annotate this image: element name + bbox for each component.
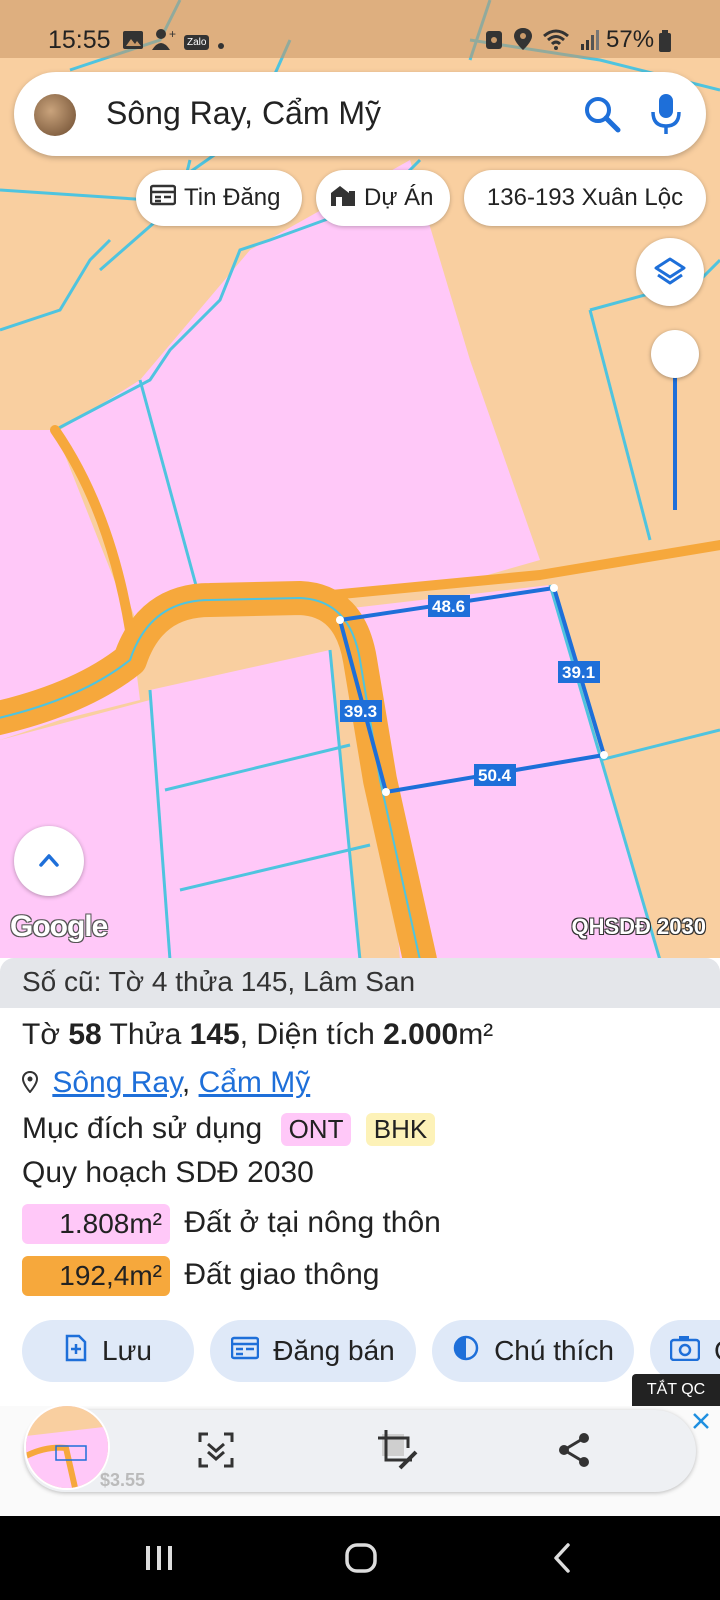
image-icon: [122, 29, 144, 57]
contrast-icon: [452, 1334, 480, 1369]
plan-label: Quy hoạch SDĐ 2030: [22, 1156, 314, 1189]
status-bar: 15:55 + Zalo 57%: [0, 0, 720, 58]
chip-address[interactable]: 136-193 Xuân Lộc: [464, 170, 706, 226]
search-icon[interactable]: [580, 92, 624, 136]
post-sale-button[interactable]: Đăng bán: [210, 1320, 416, 1382]
chip-listings[interactable]: Tin Đăng: [136, 170, 302, 226]
residential-zone: [150, 650, 360, 960]
close-ads-button[interactable]: TẮT QC: [632, 1374, 720, 1406]
plan-name: Đất ở tại nông thôn: [184, 1205, 441, 1239]
share-icon[interactable]: [556, 1432, 592, 1473]
edge-label-top: 48.6: [432, 597, 465, 616]
plan-area: 1.808m²: [22, 1204, 170, 1244]
layers-icon: [654, 256, 686, 293]
chip-listings-label: Tin Đăng: [184, 184, 281, 211]
expand-panel-button[interactable]: [14, 826, 84, 896]
chip-projects[interactable]: Dự Án: [316, 170, 450, 226]
area-value: 2.000: [383, 1018, 459, 1051]
layers-button[interactable]: [636, 238, 704, 306]
plot-number: 145: [189, 1018, 240, 1051]
legend-label: Chú thích: [494, 1335, 614, 1366]
chip-projects-label: Dự Án: [364, 184, 434, 211]
svg-text:+: +: [169, 28, 176, 41]
usage-tag: BHK: [365, 1113, 436, 1146]
wifi-icon: [542, 28, 570, 57]
parcel-title: Tờ 58 Thửa 145, Diện tích 2.000m²: [22, 1018, 493, 1052]
ad-close-icon[interactable]: [690, 1410, 712, 1437]
calendar-icon: [231, 1335, 260, 1367]
search-bar[interactable]: Sông Ray, Cẩm Mỹ: [14, 72, 706, 156]
edge-label-right: 39.1: [562, 663, 595, 682]
chevron-up-icon: [38, 852, 60, 873]
camera-icon: [669, 1335, 701, 1368]
opacity-slider-knob[interactable]: [651, 330, 699, 378]
signal-icon: [580, 28, 602, 57]
usage-line: Mục đích sử dụng ONT BHK: [22, 1112, 436, 1146]
listings-icon: [149, 184, 177, 213]
edge-label-bottom: 50.4: [478, 766, 512, 785]
home-icon[interactable]: [344, 1542, 378, 1579]
google-logo: Google: [10, 910, 108, 943]
ad-price: $3.55: [100, 1470, 146, 1490]
plan-row: 1.808m² Đất ở tại nông thôn: [22, 1204, 441, 1244]
location-separator: ,: [181, 1066, 191, 1099]
chip-address-label: 136-193 Xuân Lộc: [486, 184, 684, 211]
plan-name: Đất giao thông: [184, 1257, 380, 1291]
zalo-icon: Zalo: [184, 35, 210, 50]
district-link[interactable]: Cẩm Mỹ: [199, 1066, 311, 1099]
battery-icon: [658, 30, 672, 59]
status-time: 15:55: [48, 26, 111, 54]
search-input[interactable]: Sông Ray, Cẩm Mỹ: [106, 95, 381, 132]
building-icon: [330, 183, 356, 214]
plan-area: 192,4m²: [22, 1256, 170, 1296]
camera-label: C: [714, 1335, 720, 1367]
sheet-label: Tờ: [22, 1018, 60, 1051]
location-line: Sông Ray, Cẩm Mỹ: [21, 1066, 311, 1101]
edge-label-left: 39.3: [344, 702, 377, 721]
contact-add-icon: +: [152, 27, 176, 57]
crop-edit-icon[interactable]: [376, 1428, 420, 1477]
dot-icon: [217, 29, 225, 57]
commune-link[interactable]: Sông Ray: [52, 1066, 182, 1099]
usage-label: Mục đích sử dụng: [22, 1112, 263, 1145]
post-sale-label: Đăng bán: [273, 1335, 395, 1366]
area-unit: m²: [458, 1018, 494, 1051]
screen-record-icon: [484, 28, 504, 57]
bookmark-add-icon: [64, 1334, 88, 1369]
save-label: Lưu: [102, 1335, 152, 1366]
opacity-slider-track[interactable]: [673, 372, 677, 510]
navigation-bar: [0, 1516, 720, 1600]
usage-tag: ONT: [280, 1113, 352, 1146]
area-label: , Diện tích: [239, 1018, 375, 1051]
legend-button[interactable]: Chú thích: [432, 1320, 634, 1382]
location-icon: [514, 28, 532, 57]
layer-label: QHSDĐ 2030: [571, 914, 706, 939]
plan-row: 192,4m² Đất giao thông: [22, 1256, 380, 1296]
back-icon[interactable]: [552, 1542, 572, 1579]
sheet-number: 58: [68, 1018, 102, 1051]
recent-apps-icon[interactable]: [144, 1544, 174, 1577]
camera-button[interactable]: C: [650, 1320, 720, 1382]
old-reference: Số cũ: Tờ 4 thửa 145, Lâm San: [0, 958, 720, 1008]
scroll-capture-icon[interactable]: [196, 1430, 236, 1475]
save-button[interactable]: Lưu: [22, 1320, 194, 1382]
map-view[interactable]: 48.6 39.1 50.4 39.3 15:55 + Zalo 57% Sôn…: [0, 0, 720, 960]
microphone-icon[interactable]: [644, 90, 688, 138]
plot-label: Thửa: [109, 1018, 182, 1051]
avatar[interactable]: [34, 94, 76, 136]
screenshot-thumbnail[interactable]: [24, 1404, 110, 1490]
battery-percent: 57%: [606, 26, 655, 53]
location-pin-icon: [21, 1067, 44, 1101]
